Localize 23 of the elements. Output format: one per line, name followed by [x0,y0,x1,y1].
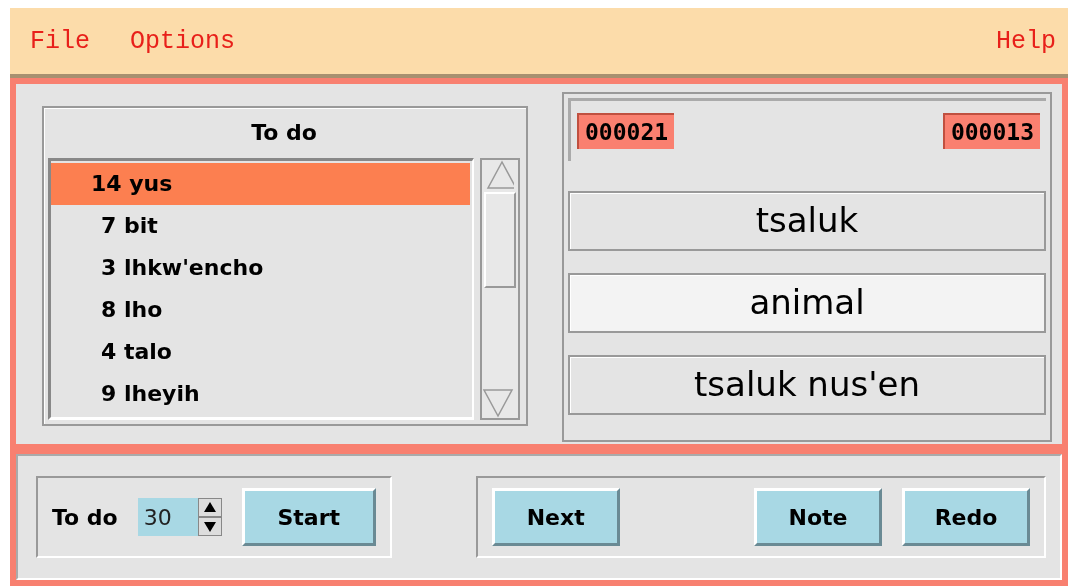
list-item[interactable]: 4 talo [51,331,470,373]
frame-title: To do [250,119,318,147]
word-card[interactable]: tsaluk nus'en [568,355,1046,415]
counter: 000013 [942,113,1040,149]
list-item[interactable]: 8 lho [51,289,470,331]
spin-down-icon[interactable] [197,517,222,536]
action-button[interactable]: Note [754,488,882,546]
scroll-down-icon[interactable] [482,388,514,418]
start-button[interactable]: Start [241,488,376,546]
scrollbar[interactable] [480,158,520,420]
scroll-thumb[interactable] [484,192,516,288]
word-card[interactable]: animal [568,273,1046,333]
list-item[interactable]: 14 yus [51,163,470,205]
list-item[interactable]: 9 lheyih [51,373,470,415]
list-item[interactable]: 7 bit [51,205,470,247]
action-button[interactable]: Next [491,488,620,546]
list-item[interactable]: 3 lhkw'encho [51,247,470,289]
todo-label: To do [52,504,118,530]
action-button[interactable]: Redo [902,488,1030,546]
spin-up-icon[interactable] [197,498,222,517]
counter: 000021 [577,113,675,149]
word-card[interactable]: tsaluk [568,191,1046,251]
spin-field[interactable]: 30 [137,498,222,536]
